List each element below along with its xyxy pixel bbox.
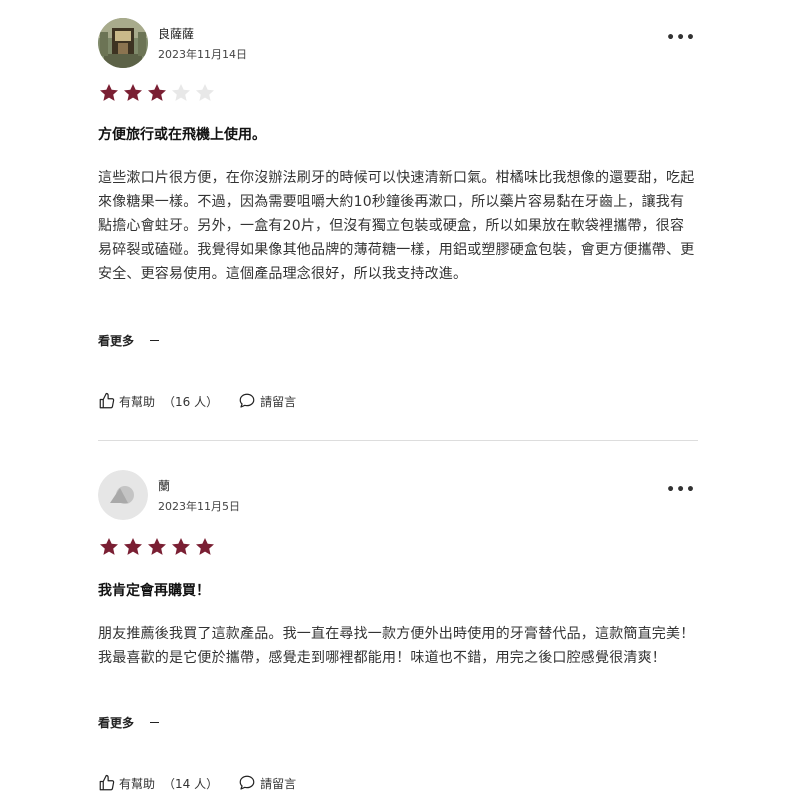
star-filled-icon (148, 84, 166, 101)
star-empty-icon (196, 84, 214, 101)
star-filled-icon (172, 538, 190, 555)
more-horizontal-icon[interactable]: ••• (666, 30, 696, 46)
read-more-button[interactable]: 看更多 (98, 332, 160, 349)
author-name: 良薩薩 (158, 27, 195, 41)
review-actions: 有幫助 （14 人） 請留言 (98, 774, 296, 792)
read-more-label: 看更多 (98, 716, 135, 730)
read-more-button[interactable]: 看更多 (98, 714, 160, 731)
avatar[interactable] (98, 470, 148, 520)
comment-button[interactable]: 請留言 (238, 774, 296, 792)
avatar[interactable] (98, 18, 148, 68)
helpful-count: （14 人） (163, 776, 219, 791)
helpful-label: 有幫助 (119, 776, 156, 791)
collapse-dash-icon (150, 339, 160, 342)
helpful-count: （16 人） (163, 394, 219, 409)
star-filled-icon (124, 84, 142, 101)
helpful-label: 有幫助 (119, 394, 156, 409)
star-filled-icon (196, 538, 214, 555)
review-date: 2023年11月5日 (158, 500, 240, 513)
star-rating (98, 82, 218, 104)
comment-button[interactable]: 請留言 (238, 392, 296, 410)
review-header: 蘭 2023年11月5日 ••• (98, 470, 698, 520)
author-name: 蘭 (158, 479, 171, 493)
helpful-button[interactable]: 有幫助 （16 人） (98, 392, 218, 410)
read-more-label: 看更多 (98, 334, 135, 348)
comment-bubble-icon (239, 393, 255, 408)
helpful-button[interactable]: 有幫助 （14 人） (98, 774, 218, 792)
review-body: 朋友推薦後我買了這款產品。我一直在尋找一款方便外出時使用的牙膏替代品，這款簡直完… (98, 626, 695, 666)
more-horizontal-icon[interactable]: ••• (666, 482, 696, 498)
thumbs-up-icon (99, 392, 115, 409)
star-rating (98, 536, 218, 558)
avatar-photo-icon (98, 18, 148, 68)
comment-bubble-icon (239, 775, 255, 790)
review-date: 2023年11月14日 (158, 48, 247, 61)
star-filled-icon (100, 538, 118, 555)
review-header: 良薩薩 2023年11月14日 ••• (98, 18, 698, 68)
star-filled-icon (124, 538, 142, 555)
comment-label: 請留言 (260, 394, 297, 409)
review-actions: 有幫助 （16 人） 請留言 (98, 392, 296, 410)
review-title: 方便旅行或在飛機上使用。 (98, 127, 266, 143)
review-body: 這些漱口片很方便，在你沒辦法刷牙的時候可以快速清新口氣。柑橘味比我想像的還要甜，… (98, 170, 695, 282)
star-empty-icon (172, 84, 190, 101)
star-filled-icon (100, 84, 118, 101)
default-avatar-icon (98, 470, 148, 520)
collapse-dash-icon (150, 721, 160, 724)
review-card: 良薩薩 2023年11月14日 ••• 方便旅行或在飛機上使用。 這些漱口片很方… (98, 18, 698, 409)
thumbs-up-icon (99, 774, 115, 791)
comment-label: 請留言 (260, 776, 297, 791)
review-divider (98, 440, 698, 441)
review-title: 我肯定會再購買！ (98, 583, 210, 599)
star-filled-icon (148, 538, 166, 555)
review-card: 蘭 2023年11月5日 ••• 我肯定會再購買！ 朋友推薦後我買了這款產品。我… (98, 470, 698, 791)
